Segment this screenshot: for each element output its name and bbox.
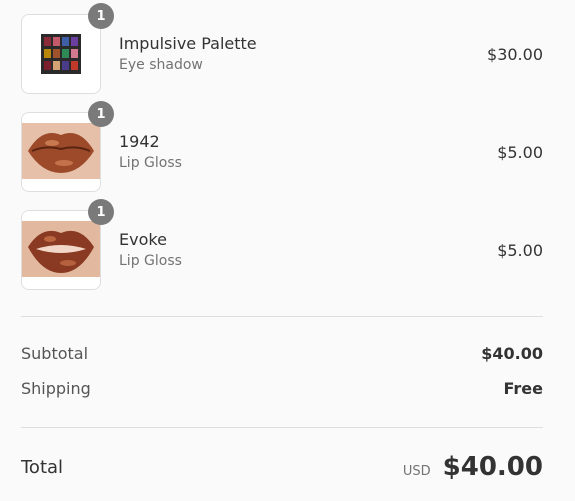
eyeshadow-palette-image (21, 14, 101, 94)
product-thumbnail: 1 (21, 3, 114, 94)
total-amount: $40.00 (442, 452, 543, 482)
item-variant: Lip Gloss (119, 155, 182, 171)
subtotal-row: Subtotal $40.00 (21, 344, 543, 363)
line-item: 1 Evoke Lip Gloss $5.00 (21, 199, 543, 290)
line-item: 1 Impulsive Palette Eye shadow $30.00 (21, 3, 543, 94)
currency-code: USD (402, 464, 431, 479)
lips-copper-image (21, 210, 101, 290)
quantity-badge: 1 (88, 101, 114, 127)
item-price: $5.00 (497, 240, 543, 260)
divider (21, 316, 543, 317)
shipping-label: Shipping (21, 379, 91, 398)
total-label: Total (21, 456, 64, 478)
subtotal-label: Subtotal (21, 344, 89, 363)
product-thumbnail: 1 (21, 101, 114, 192)
item-name: 1942 (119, 132, 160, 151)
item-variant: Eye shadow (119, 57, 203, 73)
quantity-badge: 1 (88, 3, 114, 29)
item-name: Evoke (119, 230, 167, 249)
subtotal-value: $40.00 (481, 344, 543, 363)
item-variant: Lip Gloss (119, 253, 182, 269)
item-price: $5.00 (497, 142, 543, 162)
product-thumbnail: 1 (21, 199, 114, 290)
item-name: Impulsive Palette (119, 34, 257, 53)
quantity-badge: 1 (88, 199, 114, 225)
shipping-row: Shipping Free (21, 379, 543, 398)
item-info: Impulsive Palette Eye shadow (119, 33, 487, 75)
item-price: $30.00 (487, 44, 543, 64)
line-item: 1 1942 Lip Gloss $5.00 (21, 101, 543, 192)
total-row: Total USD $40.00 (21, 452, 543, 482)
lips-bronze-image (21, 112, 101, 192)
shipping-value: Free (503, 379, 544, 398)
item-info: 1942 Lip Gloss (119, 131, 497, 173)
divider (21, 427, 543, 428)
item-info: Evoke Lip Gloss (119, 229, 497, 271)
total-amount-group: USD $40.00 (403, 452, 543, 482)
